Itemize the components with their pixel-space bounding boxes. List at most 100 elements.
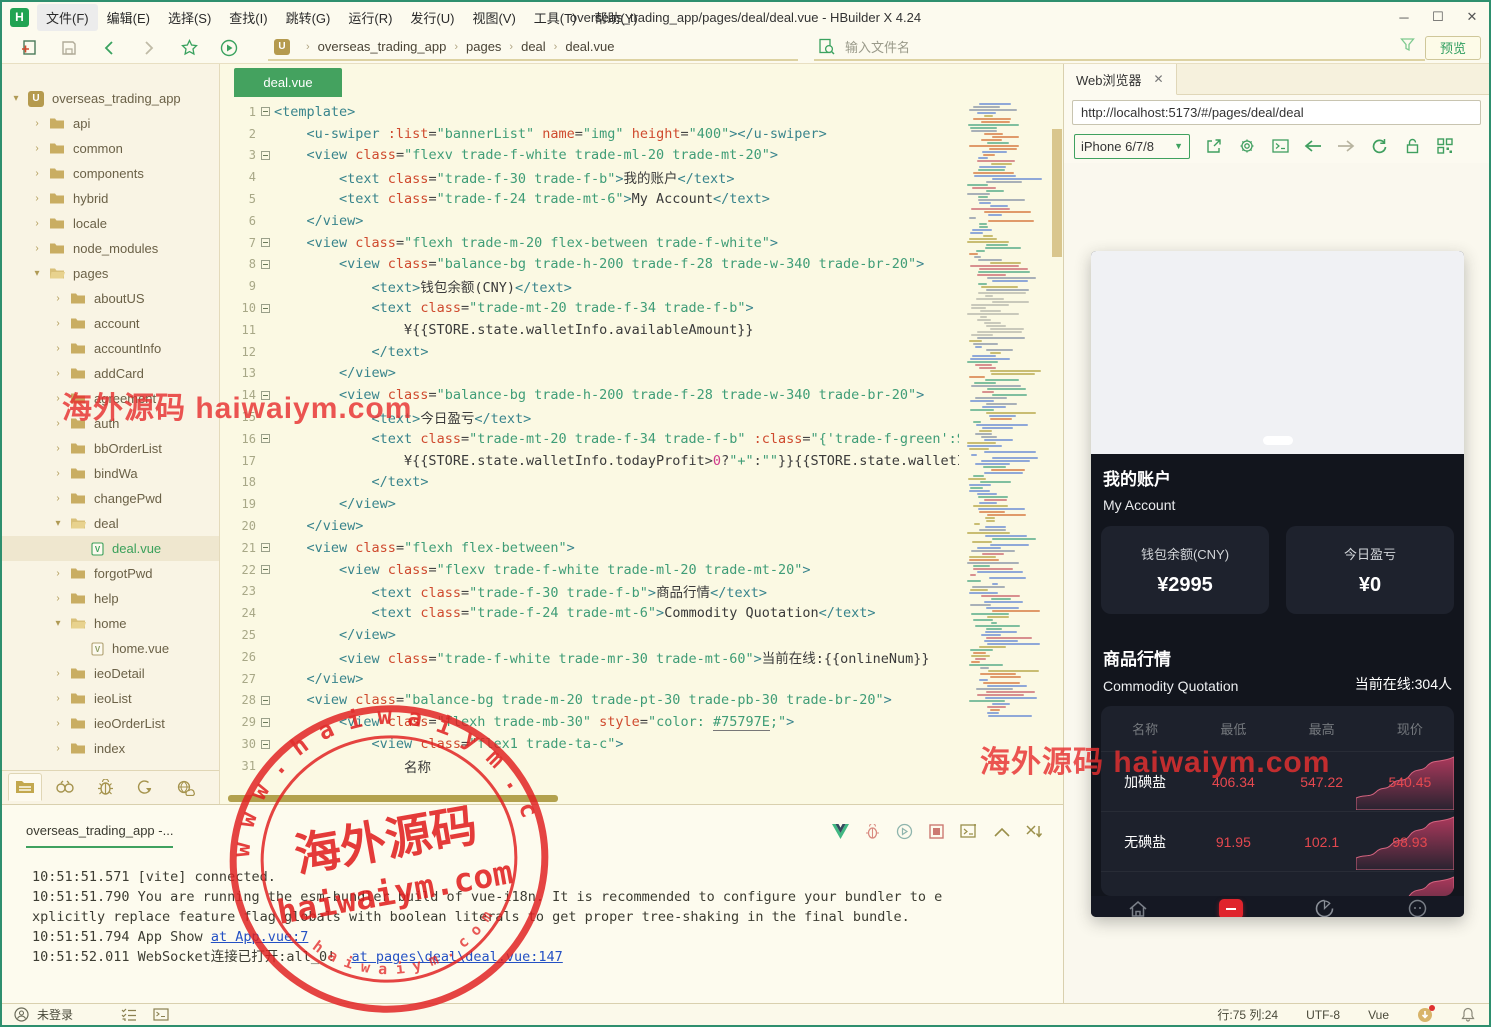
editor-horizontal-scrollbar[interactable] [220, 793, 1063, 804]
chevron-right-icon[interactable]: › [52, 593, 64, 604]
tree-item-deal.vue[interactable]: Vdeal.vue [2, 536, 219, 561]
filter-funnel-icon[interactable] [1400, 37, 1415, 57]
close-button[interactable]: ✕ [1455, 2, 1489, 32]
today-profit-card[interactable]: 今日盈亏 ¥0 [1286, 526, 1454, 614]
maximize-button[interactable]: ☐ [1421, 2, 1455, 32]
phone-tab-首页[interactable]: 首页 [1091, 896, 1184, 917]
chevron-down-icon[interactable]: ▾ [31, 268, 43, 279]
console-link[interactable]: at pages\deal\deal.vue:147 [351, 949, 562, 965]
menu-0[interactable]: 文件(F) [37, 4, 98, 31]
debug-console-icon[interactable] [865, 824, 880, 840]
file-search-box[interactable]: 输入文件名 [814, 35, 1425, 61]
refresh-icon[interactable] [1370, 137, 1388, 155]
tree-item-changePwd[interactable]: ›changePwd [2, 486, 219, 511]
chevron-right-icon[interactable]: › [52, 293, 64, 304]
menu-2[interactable]: 选择(S) [159, 4, 220, 31]
fold-icon[interactable] [261, 543, 270, 552]
tree-item-node_modules[interactable]: ›node_modules [2, 236, 219, 261]
task-list-icon[interactable] [121, 1008, 137, 1021]
save-icon[interactable] [56, 36, 82, 60]
tree-item-ieoOrderList[interactable]: ›ieoOrderList [2, 711, 219, 736]
web-panel-icon[interactable] [168, 774, 202, 802]
tree-item-accountInfo[interactable]: ›accountInfo [2, 336, 219, 361]
tree-item-locale[interactable]: ›locale [2, 211, 219, 236]
fold-icon[interactable] [261, 740, 270, 749]
chevron-right-icon[interactable]: › [31, 218, 43, 229]
chevron-right-icon[interactable]: › [52, 418, 64, 429]
tree-item-deal[interactable]: ▾deal [2, 511, 219, 536]
chevron-right-icon[interactable]: › [52, 668, 64, 679]
chevron-right-icon[interactable]: › [52, 718, 64, 729]
wallet-balance-card[interactable]: 钱包余额(CNY) ¥2995 [1101, 526, 1269, 614]
quote-row-partial-2[interactable] [1101, 871, 1454, 896]
fold-icon[interactable] [261, 565, 270, 574]
device-select[interactable]: iPhone 6/7/8 ▼ [1074, 134, 1190, 159]
menu-1[interactable]: 编辑(E) [98, 4, 159, 31]
chevron-right-icon[interactable]: › [52, 493, 64, 504]
tree-item-auth[interactable]: ›auth [2, 411, 219, 436]
chevron-right-icon[interactable]: › [52, 393, 64, 404]
fold-icon[interactable] [261, 696, 270, 705]
tree-item-hybrid[interactable]: ›hybrid [2, 186, 219, 211]
chevron-right-icon[interactable]: › [52, 468, 64, 479]
debug-panel-icon[interactable] [88, 774, 122, 802]
preview-button[interactable]: 预览 [1425, 36, 1481, 60]
chevron-right-icon[interactable]: › [31, 118, 43, 129]
code-area[interactable]: 1<template>2 <u-swiper :list="bannerList… [220, 97, 1063, 793]
open-external-icon[interactable] [1205, 137, 1223, 155]
fold-icon[interactable] [261, 391, 270, 400]
sync-panel-icon[interactable] [128, 774, 162, 802]
editor-vertical-scrollbar[interactable] [1051, 97, 1063, 793]
chevron-right-icon[interactable]: › [52, 343, 64, 354]
chevron-right-icon[interactable]: › [52, 568, 64, 579]
tree-item-home[interactable]: ▾home [2, 611, 219, 636]
stop-icon[interactable] [929, 824, 944, 839]
fold-icon[interactable] [261, 107, 270, 116]
search-panel-icon[interactable] [48, 774, 82, 802]
tree-item-help[interactable]: ›help [2, 586, 219, 611]
tree-item-api[interactable]: ›api [2, 111, 219, 136]
fold-icon[interactable] [261, 151, 270, 160]
menu-4[interactable]: 跳转(G) [277, 4, 340, 31]
login-status[interactable]: 未登录 [37, 1006, 73, 1023]
tree-item-index[interactable]: ›index [2, 736, 219, 761]
run-icon[interactable] [216, 36, 242, 60]
chevron-down-icon[interactable]: ▾ [52, 518, 64, 529]
terminal-statusbar-icon[interactable] [153, 1008, 169, 1021]
chevron-right-icon[interactable]: › [52, 318, 64, 329]
user-icon[interactable] [14, 1007, 29, 1022]
fold-icon[interactable] [261, 238, 270, 247]
phone-tab-行情[interactable]: 行情 [1184, 896, 1277, 917]
bell-icon[interactable] [1461, 1007, 1475, 1022]
tree-item-addCard[interactable]: ›addCard [2, 361, 219, 386]
console-link[interactable]: at App.vue:7 [211, 929, 309, 945]
tree-item-components[interactable]: ›components [2, 161, 219, 186]
quote-row-加碘盐[interactable]: 加碘盐406.34547.22540.45 [1101, 751, 1454, 811]
bookmark-star-icon[interactable] [176, 36, 202, 60]
lock-icon[interactable] [1403, 137, 1421, 155]
restart-icon[interactable] [896, 823, 913, 840]
quote-row-无碘盐[interactable]: 无碘盐91.95102.198.93 [1101, 811, 1454, 871]
update-icon[interactable] [1417, 1007, 1433, 1023]
fold-icon[interactable] [261, 260, 270, 269]
breadcrumb-item-deal[interactable]: deal [521, 39, 546, 54]
tree-item-common[interactable]: ›common [2, 136, 219, 161]
fold-icon[interactable] [261, 434, 270, 443]
chevron-down-icon[interactable]: ▾ [52, 618, 64, 629]
tree-item-ieoList[interactable]: ›ieoList [2, 686, 219, 711]
tree-item-account[interactable]: ›account [2, 311, 219, 336]
tree-item-ieoDetail[interactable]: ›ieoDetail [2, 661, 219, 686]
nav-forward-icon[interactable] [1337, 137, 1355, 155]
menu-5[interactable]: 运行(R) [339, 4, 401, 31]
qrcode-icon[interactable] [1436, 137, 1454, 155]
forward-icon[interactable] [136, 36, 162, 60]
minimize-button[interactable]: ─ [1387, 2, 1421, 32]
chevron-right-icon[interactable]: › [31, 243, 43, 254]
tree-item-pages[interactable]: ▾pages [2, 261, 219, 286]
files-panel-icon[interactable] [8, 773, 42, 801]
tree-item-agreement[interactable]: ›agreement [2, 386, 219, 411]
language-mode[interactable]: Vue [1368, 1008, 1389, 1022]
back-icon[interactable] [96, 36, 122, 60]
cursor-position[interactable]: 行:75 列:24 [1217, 1006, 1278, 1023]
breadcrumb-item-overseas_trading_app[interactable]: overseas_trading_app [318, 39, 447, 54]
